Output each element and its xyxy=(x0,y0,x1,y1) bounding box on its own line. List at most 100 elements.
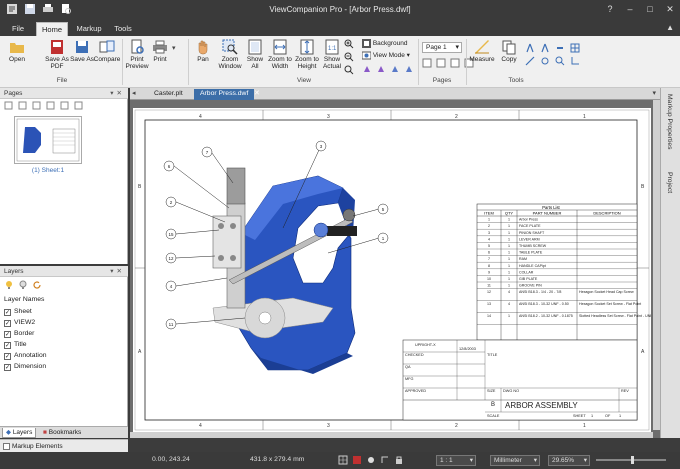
units-select[interactable]: Millimeter xyxy=(490,455,540,466)
zoom-to-width-button[interactable]: Zoom to Width xyxy=(266,39,294,70)
page-thumbnail[interactable] xyxy=(14,116,82,164)
show-all-button[interactable]: Show All xyxy=(244,39,266,70)
previous-page-icon[interactable] xyxy=(436,58,446,68)
compass-icon[interactable] xyxy=(525,43,535,53)
layer-row-border[interactable]: ✓ Border xyxy=(4,329,34,339)
measure-button[interactable]: Measure xyxy=(467,39,497,63)
angle-icon[interactable] xyxy=(540,43,550,53)
zoom-select[interactable]: 29.65% xyxy=(548,455,590,466)
drawing-canvas[interactable]: 4 3 2 1 4 3 2 1 B A B A 7 3 5 1 6 2 15 1… xyxy=(130,100,680,438)
tab-scroll-left-icon[interactable]: ◂ xyxy=(132,89,136,97)
layer-row-view2[interactable]: ✓ VIEW2 xyxy=(4,318,35,328)
minimize-icon[interactable]: – xyxy=(624,3,636,15)
layer-checkbox[interactable]: ✓ xyxy=(4,363,11,371)
background-button[interactable]: Background xyxy=(362,39,408,49)
parts-cell: 3 xyxy=(488,231,490,235)
tab-home[interactable]: Home xyxy=(36,22,68,36)
copy-button[interactable]: Copy xyxy=(498,39,520,63)
link-icon[interactable] xyxy=(555,43,565,53)
lightbulb-off-icon[interactable] xyxy=(18,280,28,290)
panel-controls[interactable]: ▾✕ xyxy=(110,266,125,277)
grid-toggle-icon[interactable] xyxy=(338,455,348,465)
first-page-icon[interactable] xyxy=(422,58,432,68)
help-icon[interactable]: ? xyxy=(604,3,616,15)
pan-button[interactable]: Pan xyxy=(191,39,215,63)
page-rotate-icon[interactable] xyxy=(18,101,27,110)
page-delete-icon[interactable] xyxy=(32,101,41,110)
search-icon[interactable] xyxy=(555,56,565,66)
markup-properties-tab[interactable]: Markup Properties xyxy=(666,94,673,150)
close-tab-icon[interactable]: ✕ xyxy=(254,89,260,97)
crop-icon[interactable] xyxy=(570,56,580,66)
vertical-scrollbar[interactable] xyxy=(653,100,660,430)
page-select[interactable]: Page 1 xyxy=(422,42,462,53)
rotate-left-icon[interactable] xyxy=(362,64,372,74)
layer-checkbox[interactable]: ✓ xyxy=(4,352,11,360)
markup-elements-panel[interactable]: Markup Elements xyxy=(0,439,128,452)
page-move-icon[interactable] xyxy=(74,101,83,110)
open-label: Open xyxy=(9,56,25,63)
page-rotate-icon[interactable] xyxy=(4,101,13,110)
maximize-icon[interactable]: □ xyxy=(644,3,656,15)
pdf-export-icon[interactable] xyxy=(352,455,362,465)
doc-tab-arbor-press[interactable]: Arbor Press.dwf xyxy=(194,89,255,100)
refresh-icon[interactable] xyxy=(32,280,42,290)
project-tab[interactable]: Project xyxy=(666,172,673,193)
horizontal-scrollbar[interactable] xyxy=(130,432,653,438)
show-actual-button[interactable]: 1:1 Show Actual xyxy=(319,39,345,70)
lock-icon[interactable] xyxy=(394,455,404,465)
layer-checkbox[interactable]: ✓ xyxy=(4,319,11,327)
close-icon[interactable]: ✕ xyxy=(664,3,676,15)
next-page-icon[interactable] xyxy=(450,58,460,68)
zoom-to-height-button[interactable]: Zoom to Height xyxy=(293,39,321,70)
tab-bookmarks[interactable]: ■ Bookmarks xyxy=(40,428,84,438)
ribbon-collapse-icon[interactable]: ▲ xyxy=(666,23,674,32)
print-dropdown-icon[interactable]: ▾ xyxy=(172,44,176,52)
layer-row-annotation[interactable]: ✓ Annotation xyxy=(4,351,47,361)
parts-cell: 1 xyxy=(508,251,510,255)
tab-tools[interactable]: Tools xyxy=(110,22,136,36)
scale-icon[interactable] xyxy=(540,56,550,66)
calibrate-icon[interactable] xyxy=(525,56,535,66)
tab-list-icon[interactable]: ▾ xyxy=(652,89,656,97)
zoom-out-icon[interactable] xyxy=(344,52,354,62)
callout-number: 12 xyxy=(168,256,174,261)
zoom-slider-thumb[interactable] xyxy=(631,456,634,464)
show-all-label: Show All xyxy=(246,56,264,70)
snap-icon[interactable] xyxy=(366,455,376,465)
scale-select[interactable]: 1 : 1 xyxy=(436,455,476,466)
parts-cell: Hexagon Socket Head Cap Screw xyxy=(579,290,634,294)
doc-tab-caster[interactable]: Caster.plt xyxy=(148,89,189,100)
layer-checkbox[interactable]: ✓ xyxy=(4,308,11,316)
ortho-icon[interactable] xyxy=(380,455,390,465)
size-label: SIZE xyxy=(487,389,496,393)
compare-button[interactable]: Compare xyxy=(92,39,122,63)
layer-names-header: Layer Names xyxy=(4,296,45,303)
zoom-previous-icon[interactable] xyxy=(344,65,354,75)
zoom-window-button[interactable]: Zoom Window xyxy=(215,39,245,70)
view-mode-button[interactable]: View Mode ▾ xyxy=(361,51,410,61)
page-insert-icon[interactable] xyxy=(46,101,55,110)
lightbulb-on-icon[interactable] xyxy=(4,280,14,290)
zoom-slider[interactable] xyxy=(596,456,666,464)
print-preview-button[interactable]: Print Preview xyxy=(123,39,151,70)
page-extract-icon[interactable] xyxy=(60,101,69,110)
layer-checkbox[interactable]: ✓ xyxy=(4,330,11,338)
layer-row-title[interactable]: ✓ Title xyxy=(4,340,27,350)
print-button[interactable]: Print xyxy=(150,39,170,63)
tab-markup[interactable]: Markup xyxy=(72,22,106,36)
panel-controls[interactable]: ▾✕ xyxy=(110,88,125,99)
open-button[interactable]: Open xyxy=(2,39,32,63)
grid-icon[interactable] xyxy=(570,43,580,53)
layer-row-sheet[interactable]: ✓ Sheet xyxy=(4,307,32,317)
zoom-in-icon[interactable] xyxy=(344,39,354,49)
layer-row-dimension[interactable]: ✓ Dimension xyxy=(4,362,46,372)
flip-horizontal-icon[interactable] xyxy=(390,64,400,74)
rotate-right-icon[interactable] xyxy=(376,64,386,74)
save-as-button[interactable]: Save As xyxy=(70,39,94,63)
flip-vertical-icon[interactable] xyxy=(404,64,414,74)
layer-checkbox[interactable]: ✓ xyxy=(4,341,11,349)
tab-layers[interactable]: ◆ Layers xyxy=(2,428,37,438)
tab-file[interactable]: File xyxy=(6,22,30,36)
save-as-pdf-button[interactable]: Save As PDF xyxy=(40,39,74,70)
